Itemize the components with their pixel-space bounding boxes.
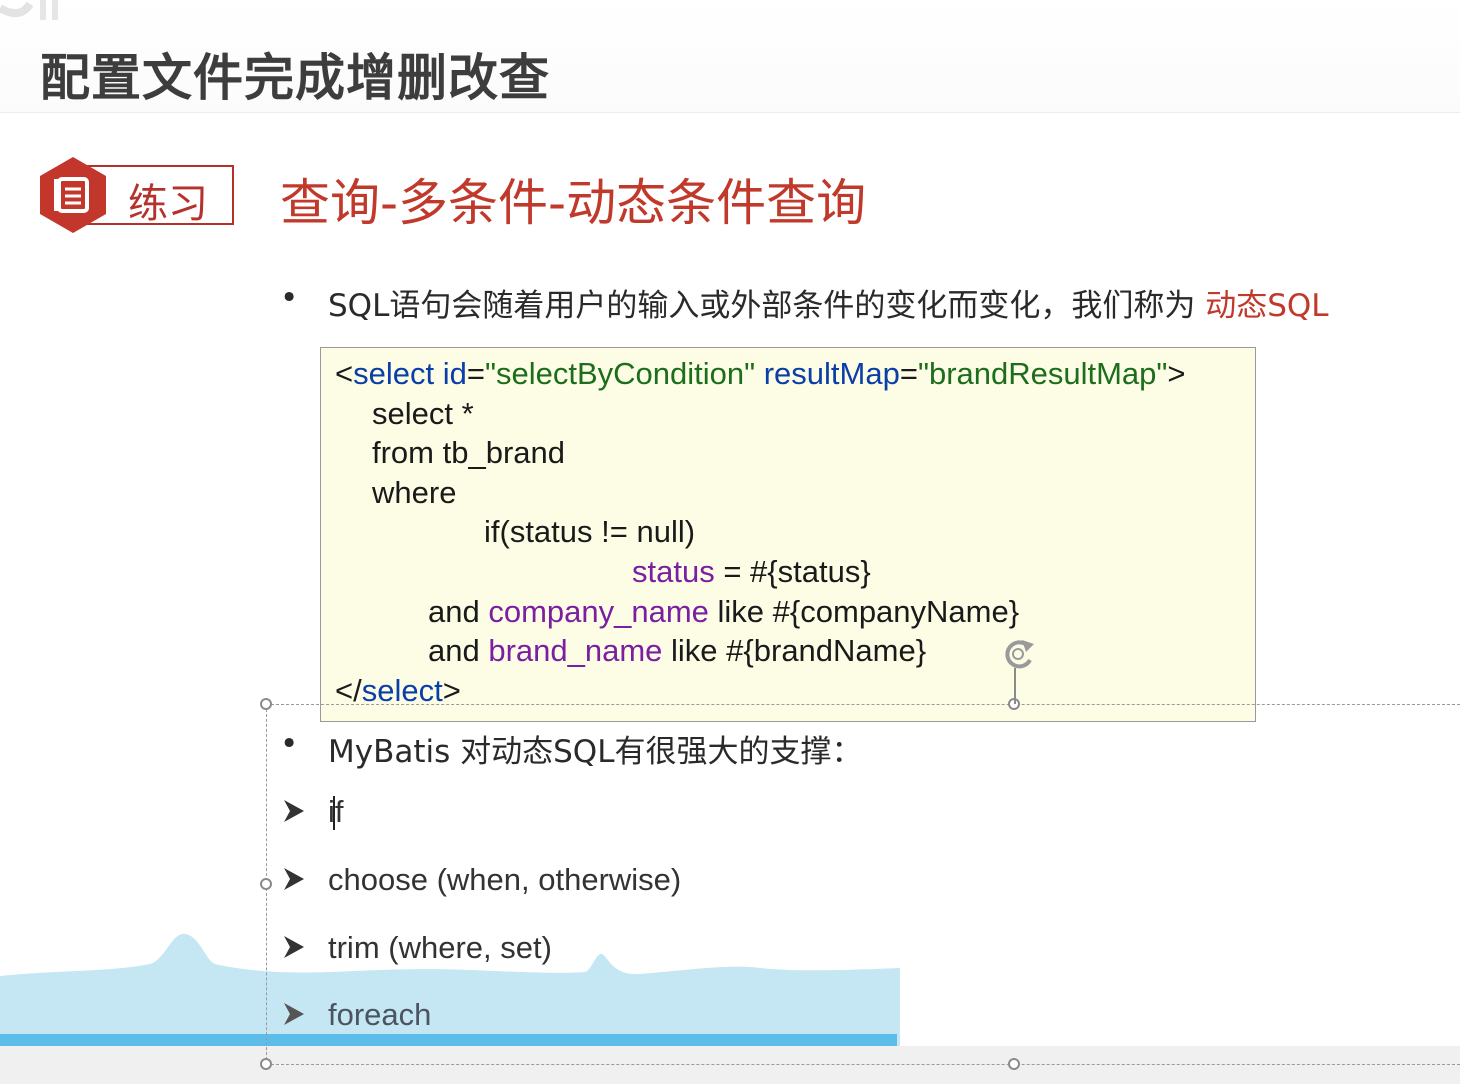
- section-title: 查询-多条件-动态条件查询: [280, 174, 867, 232]
- code-block[interactable]: <select id="selectByCondition" resultMap…: [320, 347, 1256, 722]
- code-line-6: status = #{status}: [632, 554, 871, 589]
- code-line-5: if(status != null): [484, 514, 696, 549]
- bullet-highlight: 动态SQL: [1205, 288, 1329, 324]
- arrow-bullet-icon: [284, 1003, 304, 1025]
- resize-handle-bottom-left[interactable]: [260, 1058, 272, 1070]
- resize-handle-top-left[interactable]: [260, 698, 272, 710]
- bullet-dot-icon: •: [280, 280, 299, 316]
- slide-title: 配置文件完成增删改查: [40, 49, 550, 107]
- code-line-1: <select id="selectByCondition" resultMap…: [335, 356, 1186, 391]
- rotate-handle-icon[interactable]: [998, 636, 1038, 672]
- text-cursor: [333, 796, 335, 830]
- resize-handle-bottom-mid[interactable]: [1008, 1058, 1020, 1070]
- bullet-dot-icon: •: [280, 726, 299, 762]
- logo-mark-icon: [0, 0, 58, 20]
- exercise-badge: 练习: [40, 157, 236, 233]
- document-icon: [40, 157, 106, 233]
- bullet-text: SQL语句会随着用户的输入或外部条件的变化而变化，我们称为: [328, 288, 1206, 324]
- code-line-2: select *: [372, 396, 474, 431]
- arrow-bullet-icon: [284, 868, 304, 890]
- slide: 配置文件完成增删改查 练习 查询-多条件-动态条件查询 • SQL语句会随着用户…: [0, 0, 1460, 1084]
- resize-handle-mid-left[interactable]: [260, 878, 272, 890]
- code-line-7: and company_name like #{companyName}: [428, 594, 1020, 629]
- arrow-bullet-icon: [284, 800, 304, 822]
- badge-label: 练习: [128, 181, 208, 227]
- feature-label: choose (when, otherwise): [328, 862, 682, 897]
- code-line-3: from tb_brand: [372, 435, 565, 470]
- code-line-4: where: [372, 475, 457, 510]
- rotate-stem: [1014, 668, 1016, 704]
- arrow-bullet-icon: [284, 936, 304, 958]
- feature-label: if: [328, 794, 344, 829]
- feature-label: trim (where, set): [328, 930, 552, 965]
- code-line-8: and brand_name like #{brandName}: [428, 633, 927, 668]
- feature-label: foreach: [328, 997, 432, 1032]
- bullet-text: MyBatis 对动态SQL有很强大的支撑：: [328, 734, 863, 770]
